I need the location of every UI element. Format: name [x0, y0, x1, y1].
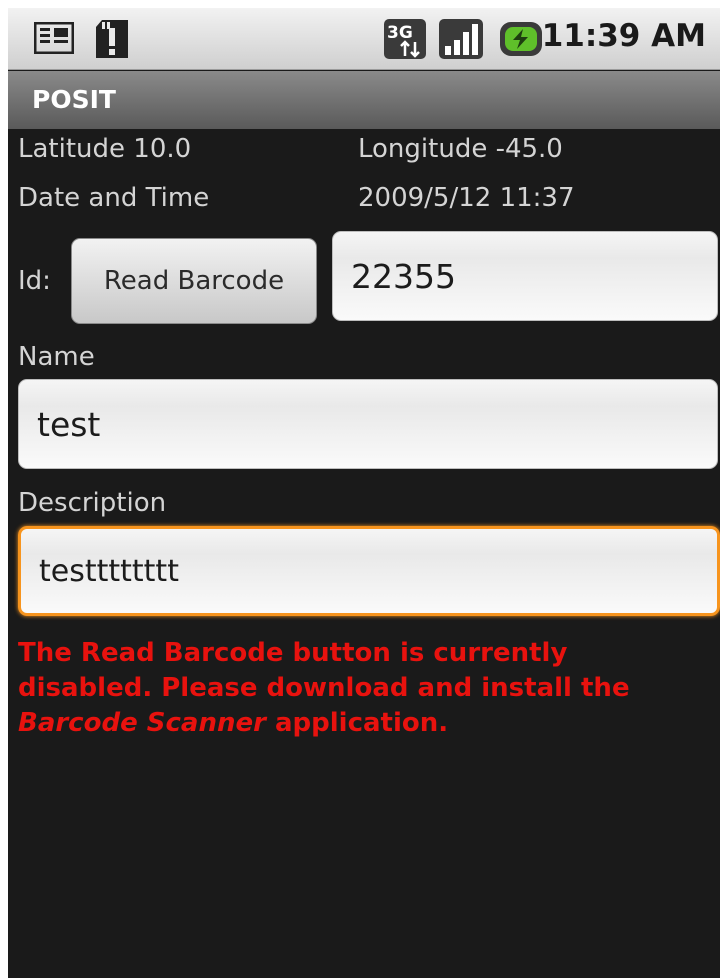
warning-app-name: Barcode Scanner	[18, 708, 266, 738]
name-label: Name	[18, 342, 95, 372]
description-field[interactable]: testttttttt	[18, 526, 720, 616]
name-field-value: test	[37, 404, 101, 444]
app-title: POSIT	[32, 85, 116, 114]
sd-card-alert-icon	[96, 20, 128, 58]
svg-text:3G: 3G	[387, 23, 413, 43]
signal-strength-icon	[439, 19, 483, 59]
screen-frame: 3G 11:39 AM POSIT Latitude 10.0 Longitud…	[0, 0, 720, 978]
latitude-label: Latitude 10.0	[18, 134, 192, 164]
title-bar: POSIT	[8, 71, 720, 129]
id-field-value: 22355	[351, 256, 456, 296]
read-barcode-button[interactable]: Read Barcode	[71, 238, 317, 324]
datetime-value: 2009/5/12 11:37	[358, 183, 575, 213]
longitude-label: Longitude -45.0	[358, 134, 563, 164]
name-field[interactable]: test	[18, 379, 718, 469]
news-icon	[34, 22, 74, 54]
warning-text-part1: The Read Barcode button is currently dis…	[18, 638, 630, 703]
status-bar: 3G 11:39 AM	[8, 8, 720, 70]
status-clock: 11:39 AM	[541, 18, 706, 54]
warning-text-part2: application.	[265, 708, 449, 738]
id-label: Id:	[18, 266, 51, 296]
description-label: Description	[18, 488, 167, 518]
phone-screen: 3G 11:39 AM POSIT Latitude 10.0 Longitud…	[8, 8, 720, 978]
description-field-value: testttttttt	[39, 553, 179, 589]
datetime-label: Date and Time	[18, 183, 210, 213]
3g-data-icon: 3G	[384, 19, 426, 59]
id-field[interactable]: 22355	[332, 231, 718, 321]
battery-charging-icon	[500, 22, 542, 56]
barcode-warning-text: The Read Barcode button is currently dis…	[18, 636, 698, 741]
